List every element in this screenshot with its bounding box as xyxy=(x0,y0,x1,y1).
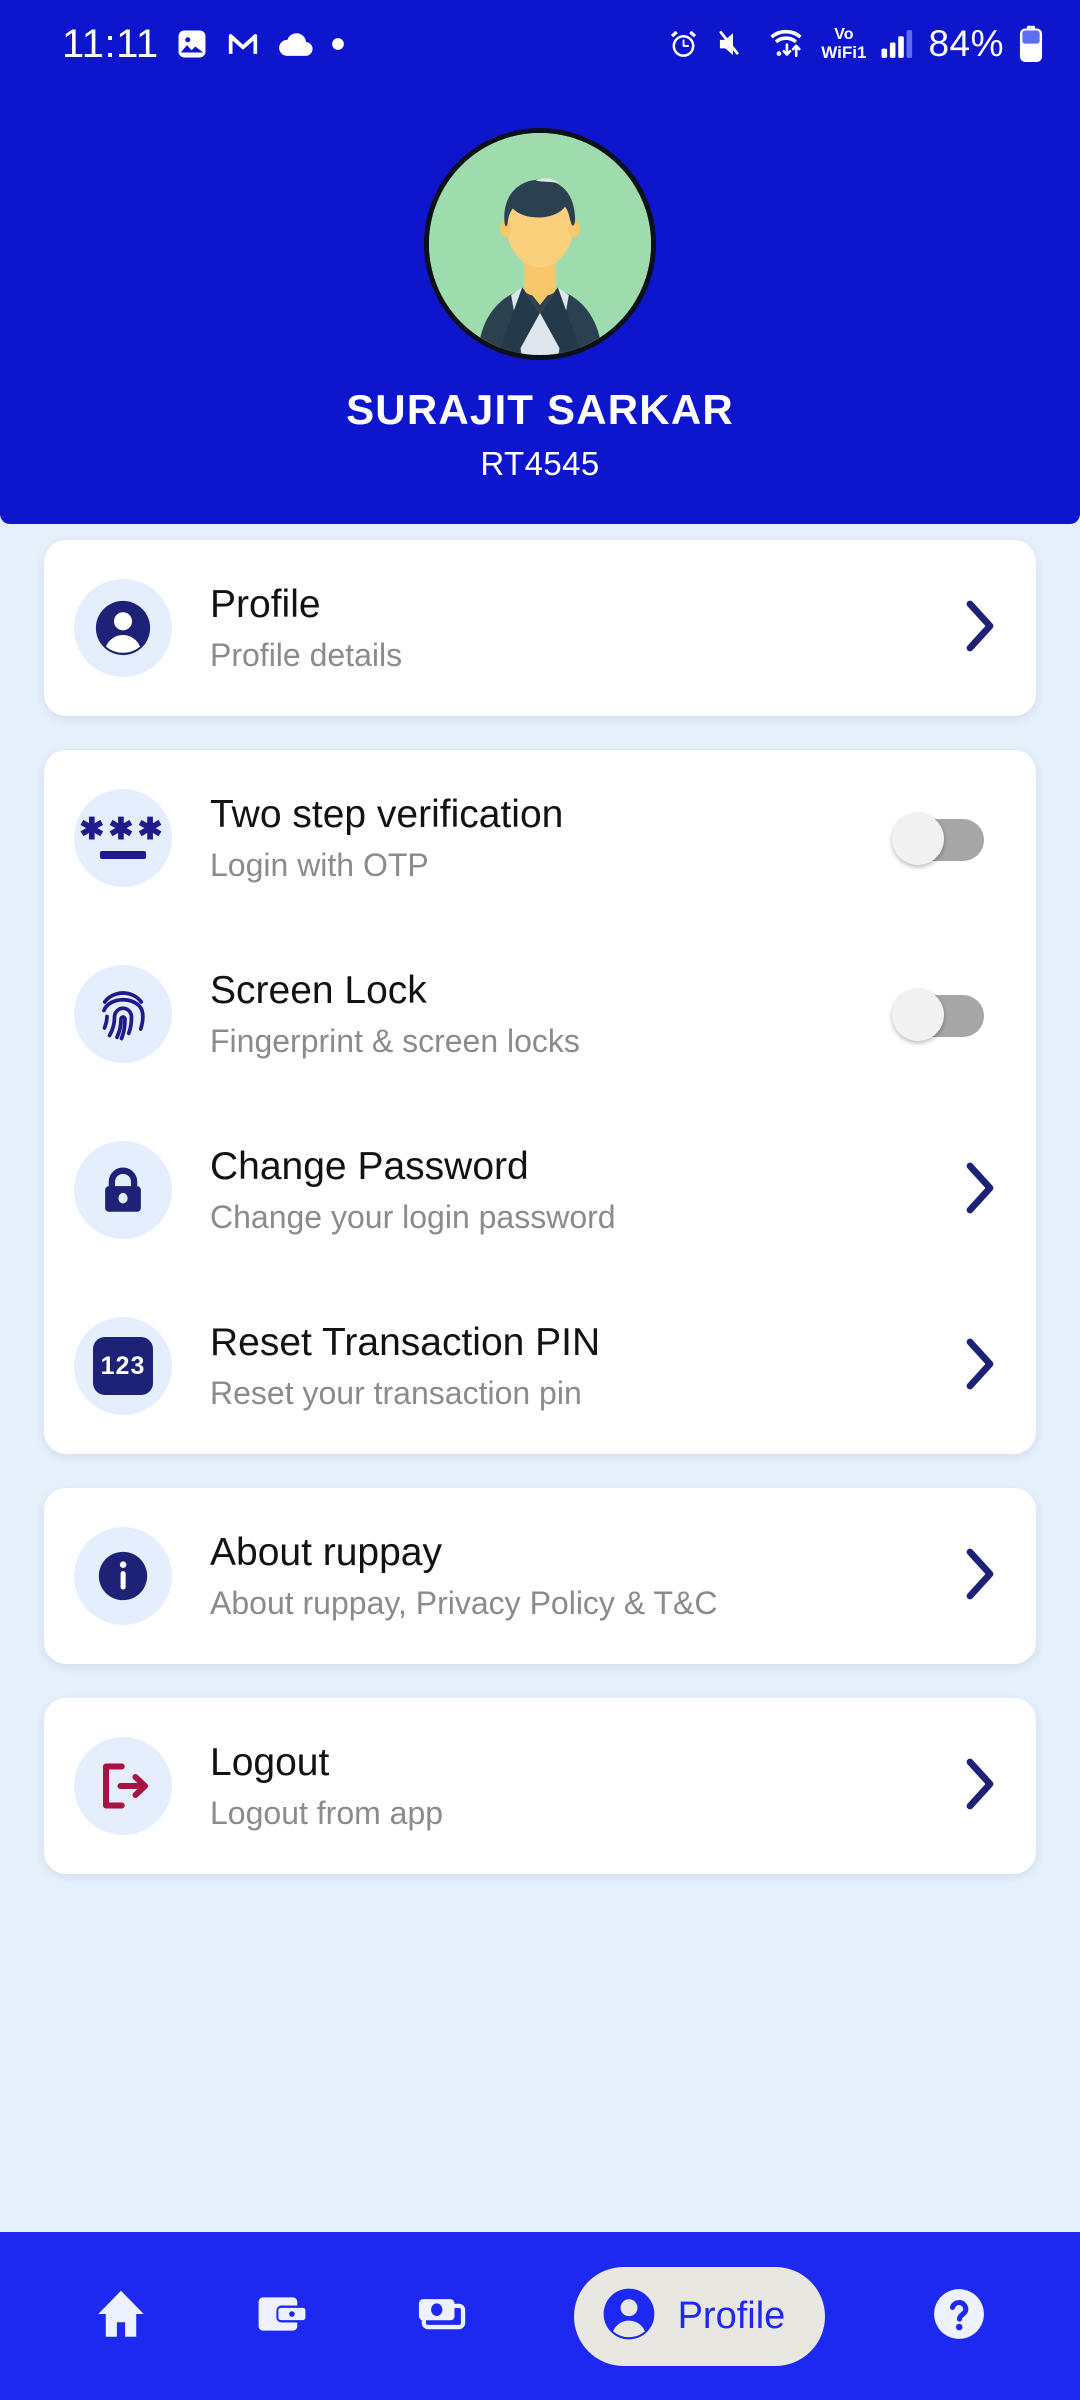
chevron-right-icon[interactable] xyxy=(964,1548,996,1605)
row-text: About ruppay About ruppay, Privacy Polic… xyxy=(210,1531,964,1622)
profile-name: SURAJIT SARKAR xyxy=(346,386,734,433)
row-subtitle: About ruppay, Privacy Policy & T&C xyxy=(210,1584,718,1621)
photos-icon xyxy=(175,27,209,61)
battery-icon xyxy=(1018,25,1044,63)
vowifi-indicator: Vo WiFi1 xyxy=(821,26,867,62)
bottom-navigation-bar: Profile xyxy=(0,2232,1080,2400)
numeric-123-label: 123 xyxy=(93,1337,153,1395)
settings-card-list: Profile Profile details ✱✱✱ Two step ver… xyxy=(0,524,1080,1908)
about-card: About ruppay About ruppay, Privacy Polic… xyxy=(44,1488,1036,1664)
gmail-icon xyxy=(225,27,261,61)
row-reset-transaction-pin[interactable]: 123 Reset Transaction PIN Reset your tra… xyxy=(44,1278,1036,1454)
password-asterisks-glyphs: ✱✱✱ xyxy=(79,812,167,846)
person-icon xyxy=(600,2285,658,2348)
chevron-right-icon[interactable] xyxy=(964,1758,996,1815)
numeric-123-icon: 123 xyxy=(74,1317,172,1415)
row-title: Screen Lock xyxy=(210,968,427,1012)
profile-user-id: RT4545 xyxy=(480,445,600,482)
toggle-knob xyxy=(892,989,944,1041)
row-subtitle: Logout from app xyxy=(210,1794,444,1831)
logout-card: Logout Logout from app xyxy=(44,1698,1036,1874)
nav-item-money[interactable] xyxy=(413,2287,469,2346)
cash-stack-icon xyxy=(413,2287,469,2346)
battery-percent-label: 84% xyxy=(928,23,1004,64)
home-icon xyxy=(92,2285,150,2348)
row-two-step-verification[interactable]: ✱✱✱ Two step verification Login with OTP xyxy=(44,750,1036,926)
row-change-password[interactable]: Change Password Change your login passwo… xyxy=(44,1102,1036,1278)
logout-icon xyxy=(74,1737,172,1835)
nav-item-wallet[interactable] xyxy=(255,2287,309,2346)
row-text: Logout Logout from app xyxy=(210,1741,964,1832)
chevron-right-icon[interactable] xyxy=(964,600,996,657)
password-asterisks-icon: ✱✱✱ xyxy=(74,789,172,887)
nav-item-help[interactable] xyxy=(930,2285,988,2348)
toggle-knob xyxy=(892,813,944,865)
nav-item-profile-label: Profile xyxy=(677,2294,786,2337)
status-bar-left: 11:11 xyxy=(62,24,345,64)
two-step-verification-toggle[interactable] xyxy=(892,813,984,865)
status-bar: 11:11 Vo WiFi1 84% xyxy=(0,0,1080,88)
row-title: Change Password xyxy=(210,1144,529,1188)
person-icon xyxy=(74,579,172,677)
lock-icon xyxy=(74,1141,172,1239)
signal-bars-icon xyxy=(880,28,914,60)
help-icon xyxy=(930,2285,988,2348)
row-text: Reset Transaction PIN Reset your transac… xyxy=(210,1321,964,1412)
row-subtitle: Reset your transaction pin xyxy=(210,1374,582,1411)
vowifi-top-label: Vo xyxy=(834,26,854,43)
row-subtitle: Fingerprint & screen locks xyxy=(210,1022,580,1059)
profile-card: Profile Profile details xyxy=(44,540,1036,716)
dot-icon xyxy=(331,37,345,51)
security-card: ✱✱✱ Two step verification Login with OTP xyxy=(44,750,1036,1454)
row-text: Two step verification Login with OTP xyxy=(210,793,892,884)
row-profile[interactable]: Profile Profile details xyxy=(44,540,1036,716)
row-screen-lock[interactable]: Screen Lock Fingerprint & screen locks xyxy=(44,926,1036,1102)
avatar[interactable] xyxy=(424,128,656,360)
vowifi-bottom-label: WiFi1 xyxy=(821,43,867,62)
wallet-icon xyxy=(255,2287,309,2346)
mute-icon xyxy=(715,28,751,60)
row-about-ruppay[interactable]: About ruppay About ruppay, Privacy Polic… xyxy=(44,1488,1036,1664)
user-avatar-illustration xyxy=(429,133,651,355)
row-subtitle: Change your login password xyxy=(210,1198,616,1235)
status-bar-right: Vo WiFi1 84% xyxy=(666,23,1044,65)
row-title: Two step verification xyxy=(210,792,564,836)
row-text: Screen Lock Fingerprint & screen locks xyxy=(210,969,892,1060)
nav-item-home[interactable] xyxy=(92,2285,150,2348)
row-title: Profile xyxy=(210,582,321,626)
profile-header: 11:11 Vo WiFi1 84% SURAJIT SARKAR RT4545 xyxy=(0,0,1080,524)
row-title: About ruppay xyxy=(210,1530,443,1574)
row-text: Change Password Change your login passwo… xyxy=(210,1145,964,1236)
chevron-right-icon[interactable] xyxy=(964,1162,996,1219)
row-subtitle: Login with OTP xyxy=(210,846,429,883)
nav-active-pill[interactable]: Profile xyxy=(573,2266,826,2366)
chevron-right-icon[interactable] xyxy=(964,1338,996,1395)
row-title: Logout xyxy=(210,1740,330,1784)
wifi-data-icon xyxy=(765,27,807,61)
row-text: Profile Profile details xyxy=(210,583,964,674)
nav-item-profile[interactable]: Profile xyxy=(573,2266,826,2366)
row-subtitle: Profile details xyxy=(210,636,403,673)
row-logout[interactable]: Logout Logout from app xyxy=(44,1698,1036,1874)
info-icon xyxy=(74,1527,172,1625)
screen-lock-toggle[interactable] xyxy=(892,989,984,1041)
password-underline xyxy=(99,850,146,859)
fingerprint-icon xyxy=(74,965,172,1063)
status-bar-clock: 11:11 xyxy=(62,22,159,66)
cloud-icon xyxy=(277,29,315,59)
alarm-icon xyxy=(666,27,701,62)
row-title: Reset Transaction PIN xyxy=(210,1320,601,1364)
